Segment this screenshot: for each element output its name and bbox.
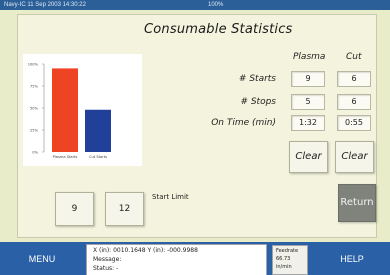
row-label-starts: # Starts bbox=[238, 74, 276, 84]
page-title: Consumable Statistics bbox=[144, 22, 293, 37]
cut-stops-value: 6 bbox=[337, 94, 371, 110]
clear-plasma-button[interactable]: Clear bbox=[289, 141, 328, 173]
coordinates-readout: X (in): 0010.1648 Y (in): -000.9988 bbox=[93, 247, 198, 254]
y-tick-label: 25% bbox=[30, 129, 39, 133]
title-bar: Navy-IC 11 Sep 2003 14:30:22 100% bbox=[0, 0, 390, 10]
status-line: Status: - bbox=[93, 265, 119, 272]
row-label-stops: # Stops bbox=[240, 97, 276, 107]
clear-cut-button[interactable]: Clear bbox=[335, 141, 374, 173]
cut-on-time-value: 0:55 bbox=[337, 115, 371, 131]
plasma-stops-value: 5 bbox=[291, 94, 325, 110]
return-button[interactable]: Return bbox=[338, 184, 376, 222]
consumable-chart: 100% 75% 50% 25% 0% Plasma Starts Cut Starts bbox=[23, 54, 142, 166]
x-tick-label: Cut Starts bbox=[89, 155, 107, 159]
column-header-plasma: Plasma bbox=[293, 52, 326, 62]
column-header-cut: Cut bbox=[346, 52, 362, 62]
y-tick-label: 75% bbox=[30, 85, 39, 89]
cut-starts-value: 6 bbox=[337, 71, 371, 87]
status-panel: X (in): 0010.1648 Y (in): -000.9988 Mess… bbox=[86, 244, 267, 275]
plasma-start-limit-button[interactable]: 9 bbox=[55, 192, 94, 226]
y-tick-label: 100% bbox=[28, 63, 39, 67]
message-line: Message: bbox=[93, 256, 122, 263]
start-limit-label: Start Limit bbox=[152, 193, 189, 201]
cut-start-limit-button[interactable]: 12 bbox=[105, 192, 144, 226]
y-ticks: 100% 75% 50% 25% 0% bbox=[28, 63, 44, 155]
main-panel: Consumable Statistics 100% 75% 50% 25% 0% Pl… bbox=[17, 14, 377, 238]
x-labels: Plasma Starts Cut Starts bbox=[53, 155, 107, 159]
feedrate-panel: Feedrate 66.73 in/min bbox=[272, 245, 308, 275]
menu-button[interactable]: MENU bbox=[16, 248, 68, 270]
y-tick-label: 0% bbox=[32, 151, 38, 155]
screen: Navy-IC 11 Sep 2003 14:30:22 100% Consum… bbox=[0, 0, 390, 275]
plasma-starts-value: 9 bbox=[291, 71, 325, 87]
feedrate-label: Feedrate bbox=[276, 248, 299, 254]
titlebar-info: Navy-IC 11 Sep 2003 14:30:22 bbox=[4, 2, 86, 8]
bar-plasma-starts bbox=[52, 68, 78, 152]
plasma-on-time-value: 1:32 bbox=[291, 115, 325, 131]
feedrate-unit: in/min bbox=[276, 264, 292, 270]
chart-svg: 100% 75% 50% 25% 0% Plasma Starts Cut Starts bbox=[28, 63, 111, 159]
bars bbox=[52, 68, 111, 152]
row-label-on-time: On Time (min) bbox=[211, 118, 276, 128]
titlebar-percentage: 100% bbox=[208, 2, 224, 8]
y-tick-label: 50% bbox=[30, 107, 39, 111]
feedrate-value: 66.73 bbox=[276, 256, 291, 262]
help-button[interactable]: HELP bbox=[326, 248, 378, 270]
x-tick-label: Plasma Starts bbox=[53, 155, 78, 159]
bar-cut-starts bbox=[85, 109, 111, 152]
